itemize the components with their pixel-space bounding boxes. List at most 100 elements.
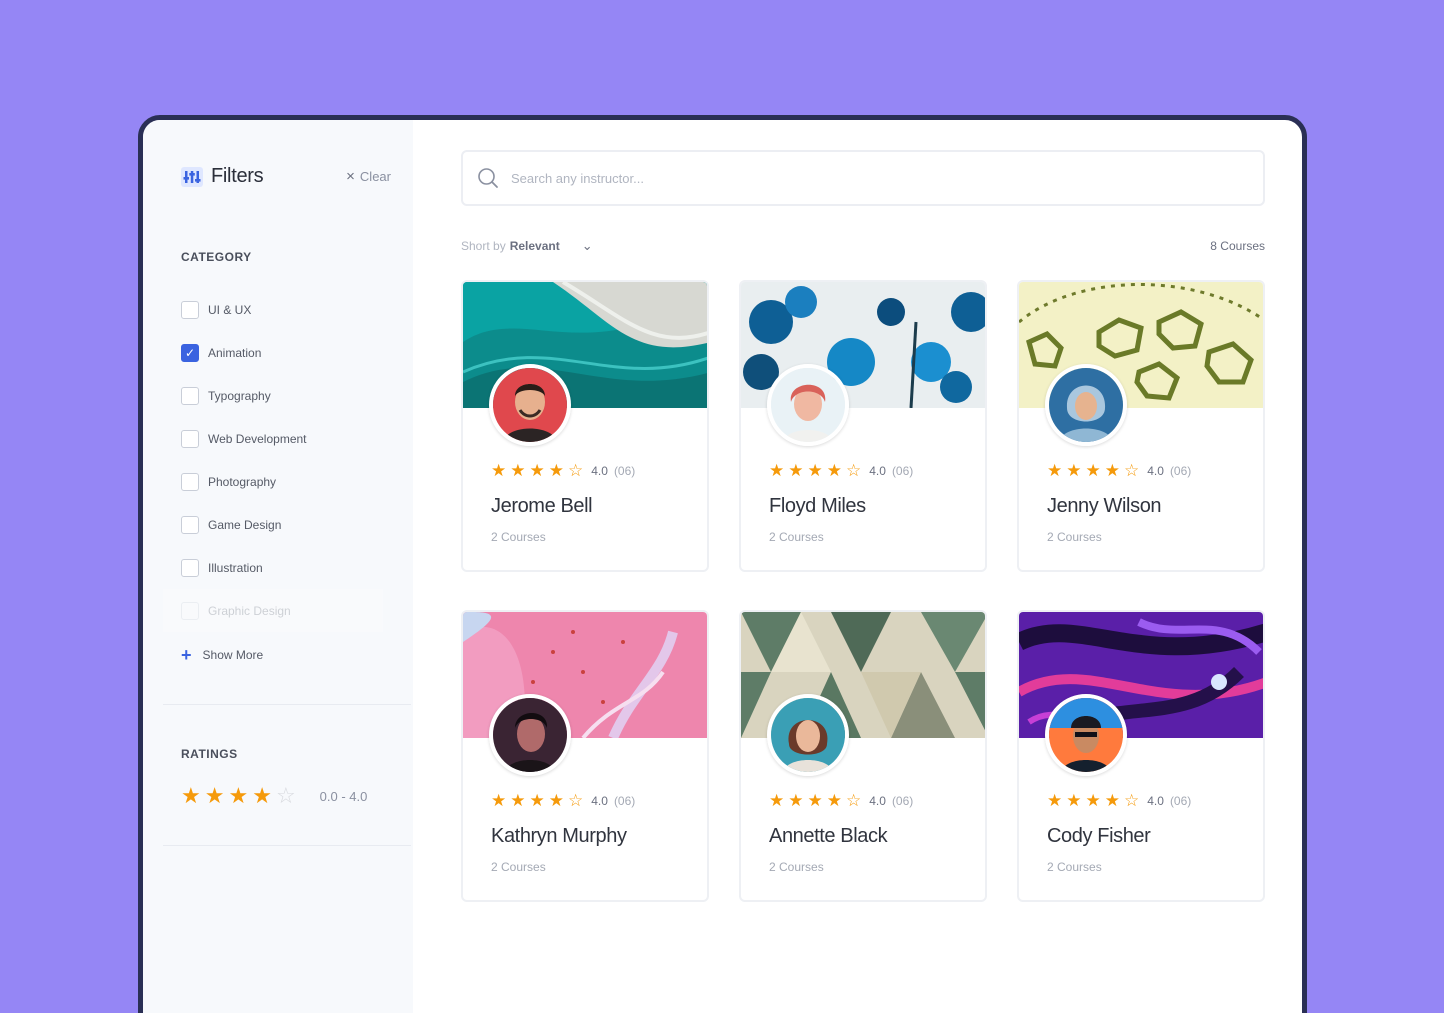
app-window: Filters × Clear CATEGORY UI & UX Animati… <box>138 115 1307 1013</box>
filters-title-text: Filters <box>211 165 264 187</box>
avatar <box>767 694 849 776</box>
instructor-name: Kathryn Murphy <box>491 825 627 847</box>
category-item-graphic-design[interactable]: Graphic Design <box>163 589 383 632</box>
rating-stars: ★ ★ ★ ★ ☆ 4.0 (06) <box>769 792 985 809</box>
category-label: Illustration <box>208 560 263 575</box>
clear-label: Clear <box>359 169 391 184</box>
rating-reviews: (06) <box>1169 463 1192 478</box>
category-checkbox-checked[interactable] <box>181 343 199 362</box>
star-icon: ★ <box>826 461 842 480</box>
avatar <box>767 364 849 446</box>
instructor-courses: 2 Courses <box>1047 860 1102 874</box>
category-list: UI & UX Animation Typography Web Develop… <box>163 288 393 632</box>
star-outline-icon: ☆ <box>568 791 584 810</box>
star-icon: ★ <box>510 791 526 810</box>
rating-reviews: (06) <box>891 793 914 808</box>
rating-score: 4.0 <box>1147 793 1164 808</box>
star-icon: ★ <box>529 791 545 810</box>
category-item-web-development[interactable]: Web Development <box>181 417 393 460</box>
star-icon: ★ <box>826 791 842 810</box>
instructor-card[interactable]: ★ ★ ★ ★ ☆ 4.0 (06) Annette Black 2 Cours… <box>739 610 987 902</box>
sort-prefix: Short by <box>461 239 506 253</box>
instructor-card[interactable]: ★ ★ ★ ★ ☆ 4.0 (06) Jerome Bell 2 Courses <box>461 280 709 572</box>
category-checkbox[interactable] <box>181 515 199 534</box>
star-icon: ★ <box>1104 791 1120 810</box>
sort-dropdown[interactable]: Short by Relevant ⌄ <box>461 238 593 254</box>
plus-icon: + <box>181 645 192 665</box>
ratings-section-title: RATINGS <box>181 747 238 761</box>
instructor-card[interactable]: ★ ★ ★ ★ ☆ 4.0 (06) Floyd Miles 2 Courses <box>739 280 987 572</box>
category-item-game-design[interactable]: Game Design <box>181 503 393 546</box>
category-checkbox[interactable] <box>181 300 199 319</box>
star-icon: ★ <box>548 791 564 810</box>
rating-score: 4.0 <box>869 463 886 478</box>
star-outline-icon: ☆ <box>568 461 584 480</box>
star-icon: ★ <box>769 461 785 480</box>
category-item-photography[interactable]: Photography <box>181 460 393 503</box>
category-checkbox[interactable] <box>181 558 199 577</box>
rating-reviews: (06) <box>1169 793 1192 808</box>
star-icon: ★ <box>491 461 507 480</box>
category-label: Graphic Design <box>208 603 291 618</box>
divider <box>163 704 411 705</box>
category-label: Typography <box>208 388 271 403</box>
star-icon[interactable]: ★ <box>205 785 225 807</box>
star-icon: ★ <box>807 461 823 480</box>
star-icon[interactable]: ★ <box>228 785 248 807</box>
search-bar[interactable] <box>461 150 1265 206</box>
search-input[interactable] <box>511 170 1263 186</box>
avatar <box>1045 364 1127 446</box>
star-icon[interactable]: ★ <box>252 785 272 807</box>
star-icon: ★ <box>1104 461 1120 480</box>
star-icon[interactable]: ★ <box>181 785 201 807</box>
instructor-name: Jenny Wilson <box>1047 495 1162 517</box>
star-outline-icon: ☆ <box>1124 461 1140 480</box>
instructor-name: Cody Fisher <box>1047 825 1151 847</box>
avatar <box>489 364 571 446</box>
category-item-typography[interactable]: Typography <box>181 374 393 417</box>
category-checkbox[interactable] <box>181 472 199 491</box>
rating-stars: ★ ★ ★ ★ ☆ 4.0 (06) <box>1047 792 1263 809</box>
divider <box>163 845 411 846</box>
chevron-down-icon: ⌄ <box>581 238 593 253</box>
category-item-animation[interactable]: Animation <box>181 331 393 374</box>
rating-score: 4.0 <box>869 793 886 808</box>
instructor-name: Floyd Miles <box>769 495 866 517</box>
clear-filters-button[interactable]: × Clear <box>346 169 391 184</box>
instructor-name: Jerome Bell <box>491 495 593 517</box>
rating-stars: ★ ★ ★ ★ ☆ 4.0 (06) <box>1047 462 1263 479</box>
rating-stars: ★ ★ ★ ★ ☆ 4.0 (06) <box>769 462 985 479</box>
star-icon: ★ <box>529 461 545 480</box>
category-checkbox[interactable] <box>181 386 199 405</box>
star-icon: ★ <box>788 461 804 480</box>
category-item-illustration[interactable]: Illustration <box>181 546 393 589</box>
ratings-filter[interactable]: ★ ★ ★ ★ ☆ 0.0 - 4.0 <box>181 785 393 807</box>
instructor-name: Annette Black <box>769 825 888 847</box>
star-icon: ★ <box>769 791 785 810</box>
instructor-card[interactable]: ★ ★ ★ ★ ☆ 4.0 (06) Jenny Wilson 2 Course… <box>1017 280 1265 572</box>
instructor-courses: 2 Courses <box>1047 530 1102 544</box>
star-outline-icon[interactable]: ☆ <box>276 785 296 807</box>
star-icon: ★ <box>1066 791 1082 810</box>
rating-reviews: (06) <box>613 463 636 478</box>
category-checkbox[interactable] <box>181 429 199 448</box>
star-icon: ★ <box>548 461 564 480</box>
instructor-card[interactable]: ★ ★ ★ ★ ☆ 4.0 (06) Kathryn Murphy 2 Cour… <box>461 610 709 902</box>
rating-reviews: (06) <box>613 793 636 808</box>
star-icon: ★ <box>1085 791 1101 810</box>
category-label: Animation <box>208 345 262 360</box>
instructor-grid: ★ ★ ★ ★ ☆ 4.0 (06) Jerome Bell 2 Courses <box>461 280 1265 902</box>
filter-icon <box>181 166 203 187</box>
filters-title: Filters <box>181 165 264 188</box>
category-item-ui-ux[interactable]: UI & UX <box>181 288 393 331</box>
star-outline-icon: ☆ <box>846 791 862 810</box>
instructor-courses: 2 Courses <box>491 530 546 544</box>
category-checkbox[interactable] <box>181 601 199 620</box>
category-label: Web Development <box>208 431 307 446</box>
rating-score: 4.0 <box>591 793 608 808</box>
star-outline-icon: ☆ <box>1124 791 1140 810</box>
instructor-courses: 2 Courses <box>769 860 824 874</box>
show-more-button[interactable]: + Show More <box>181 646 393 664</box>
rating-score: 4.0 <box>591 463 608 478</box>
instructor-card[interactable]: ★ ★ ★ ★ ☆ 4.0 (06) Cody Fisher 2 Courses <box>1017 610 1265 902</box>
